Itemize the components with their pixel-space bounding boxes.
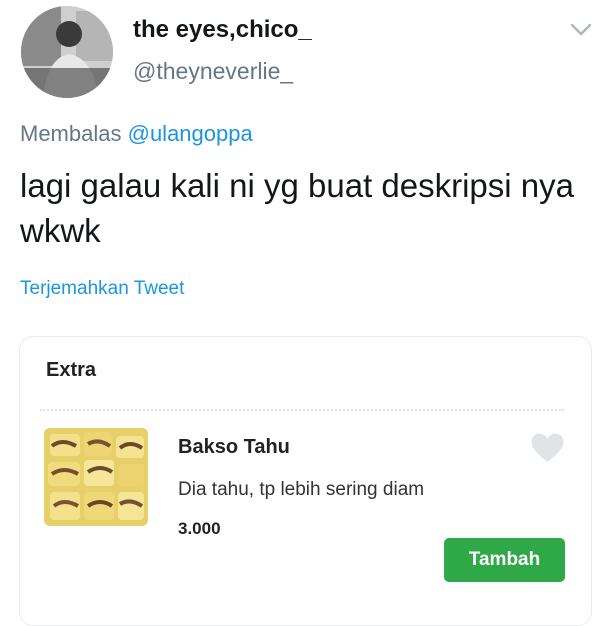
user-handle[interactable]: @theyneverlie_ — [133, 58, 293, 85]
product-name: Bakso Tahu — [178, 436, 290, 458]
avatar[interactable] — [21, 6, 113, 98]
heart-icon[interactable] — [530, 432, 565, 464]
chevron-down-icon[interactable] — [570, 22, 592, 38]
reply-context: Membalas @ulangoppa — [20, 121, 253, 147]
card-section-title: Extra — [46, 359, 97, 381]
add-button[interactable]: Tambah — [444, 538, 565, 582]
product-image — [44, 428, 148, 526]
translate-tweet-link[interactable]: Terjemahkan Tweet — [20, 278, 184, 300]
tweet-text: lagi galau kali ni yg buat deskripsi nya… — [20, 167, 574, 249]
reply-prefix: Membalas — [20, 121, 122, 146]
card-divider — [40, 409, 564, 411]
product-price: 3.000 — [178, 519, 221, 538]
product-description: Dia tahu, tp lebih sering diam — [178, 479, 425, 500]
display-name[interactable]: the eyes,chico_ — [133, 16, 312, 44]
reply-mention-link[interactable]: @ulangoppa — [128, 121, 253, 146]
